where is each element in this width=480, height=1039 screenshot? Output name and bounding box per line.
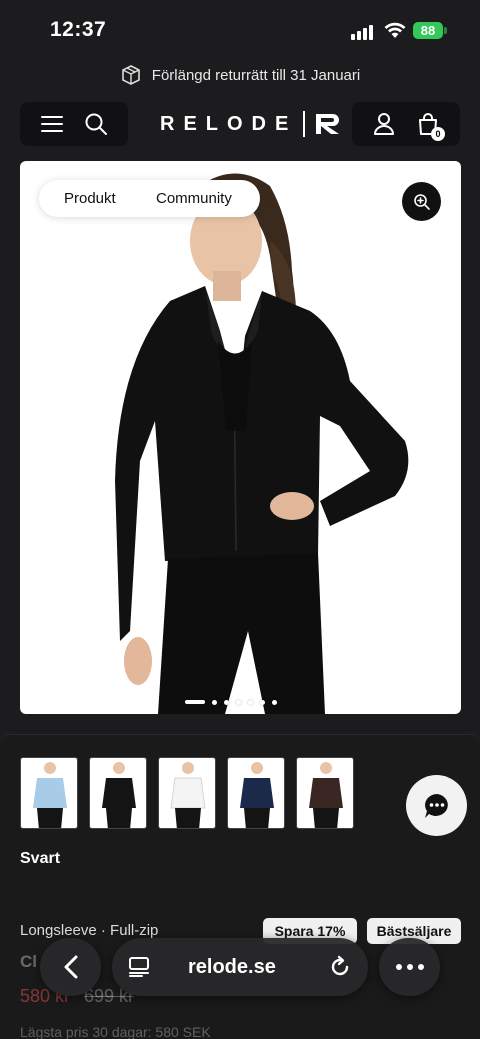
package-icon bbox=[121, 65, 140, 85]
pagination-dot[interactable] bbox=[272, 699, 277, 705]
menu-button[interactable] bbox=[30, 102, 74, 146]
tab-produkt[interactable]: Produkt bbox=[64, 190, 116, 207]
brand-logo[interactable]: RELODE bbox=[160, 110, 343, 138]
chevron-left-icon bbox=[64, 955, 77, 979]
header-left-group bbox=[20, 102, 128, 146]
pagination-dot[interactable] bbox=[260, 699, 265, 705]
swatch-black-image bbox=[102, 762, 136, 828]
product-photo bbox=[115, 173, 409, 714]
swatch-brown[interactable] bbox=[296, 757, 354, 829]
more-dots-icon bbox=[395, 964, 424, 970]
battery-tip bbox=[444, 27, 447, 34]
user-icon bbox=[374, 113, 394, 135]
lowest-price-note: Lägsta pris 30 dagar: 580 SEK bbox=[20, 1024, 211, 1039]
account-button[interactable] bbox=[362, 102, 406, 146]
product-name: Cl bbox=[20, 952, 37, 971]
pagination-dot[interactable] bbox=[224, 699, 229, 705]
announcement-bar: Förlängd returrätt till 31 Januari bbox=[0, 60, 480, 90]
swatch-navy[interactable] bbox=[227, 757, 285, 829]
cart-button[interactable] bbox=[406, 102, 450, 146]
tab-overview-icon[interactable] bbox=[128, 956, 152, 978]
browser-more-button[interactable] bbox=[379, 938, 440, 996]
swatch-brown-image bbox=[309, 762, 343, 828]
swatch-white-image bbox=[170, 762, 206, 828]
swatch-white[interactable] bbox=[158, 757, 216, 829]
pagination-dot[interactable] bbox=[236, 699, 241, 705]
logo-r-mark-icon bbox=[316, 114, 340, 134]
search-button[interactable] bbox=[74, 102, 118, 146]
battery-icon: 88 bbox=[413, 22, 443, 39]
gallery-tabs: Produkt Community bbox=[39, 180, 260, 217]
pagination-dot[interactable] bbox=[248, 699, 253, 705]
signal-icon bbox=[351, 24, 375, 40]
chat-bubble-icon bbox=[424, 793, 448, 818]
browser-address-bar[interactable]: relode.se bbox=[112, 938, 368, 996]
browser-url: relode.se bbox=[188, 956, 276, 978]
product-gallery[interactable]: Produkt Community bbox=[20, 161, 461, 714]
zoom-button[interactable] bbox=[402, 182, 441, 221]
search-icon bbox=[85, 113, 107, 135]
status-time: 12:37 bbox=[50, 18, 107, 41]
wifi-icon bbox=[384, 22, 406, 38]
reload-icon[interactable] bbox=[328, 955, 352, 979]
selected-color-label: Svart bbox=[20, 850, 61, 867]
product-category: Longsleeve · Full-zip bbox=[20, 922, 159, 939]
logo-divider bbox=[303, 111, 306, 137]
gallery-pagination bbox=[185, 699, 277, 705]
zoom-in-icon bbox=[413, 193, 430, 210]
pagination-dot[interactable] bbox=[185, 700, 205, 704]
swatch-navy-image bbox=[240, 762, 274, 828]
header-right-group: 0 bbox=[352, 102, 460, 146]
cart-count-badge: 0 bbox=[431, 127, 445, 141]
swatch-light-blue-image bbox=[33, 762, 67, 828]
announcement-text: Förlängd returrätt till 31 Januari bbox=[151, 66, 361, 84]
swatch-light-blue[interactable] bbox=[20, 757, 78, 829]
browser-back-button[interactable] bbox=[40, 938, 101, 996]
chat-button[interactable] bbox=[406, 775, 467, 836]
hamburger-icon bbox=[41, 116, 63, 132]
tab-community[interactable]: Community bbox=[156, 190, 232, 207]
pagination-dot[interactable] bbox=[212, 699, 217, 705]
status-bar: 12:37 88 bbox=[0, 0, 480, 58]
logo-text: RELODE bbox=[160, 112, 298, 135]
swatch-black[interactable] bbox=[89, 757, 147, 829]
